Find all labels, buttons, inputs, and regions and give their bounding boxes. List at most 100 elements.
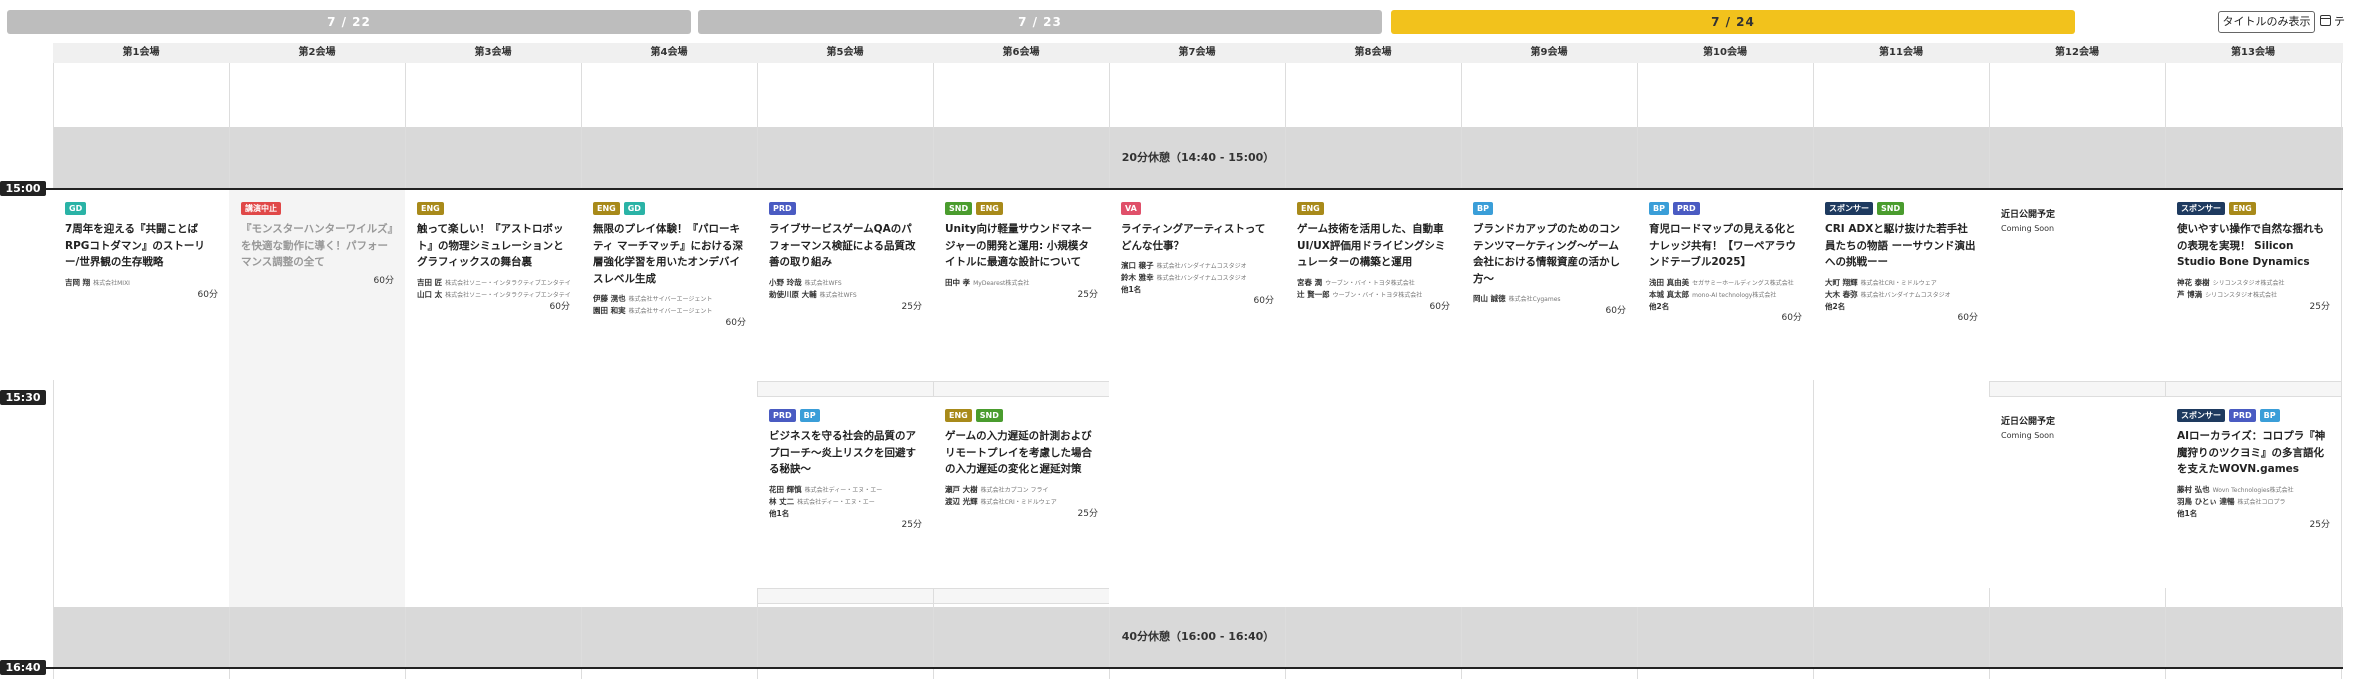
date-tab-0724[interactable]: 7 / 24 [1391, 10, 2075, 34]
session-duration: 60分 [725, 318, 746, 328]
session-title[interactable]: AIローカライズ：コロプラ『神魔狩りのツクヨミ』の多言語化を支えたWOVN.ga… [2177, 428, 2330, 478]
session-title[interactable]: 『モンスターハンターワイルズ』を快適な動作に導く！パフォーマンス調整の全て [241, 221, 394, 271]
speaker-org: シリコンスタジオ株式会社 [2212, 279, 2285, 287]
coming-soon-en: Coming Soon [2001, 431, 2055, 440]
speaker-org: 株式会社バンダイナムコスタジオ [1860, 291, 1951, 299]
speaker-org: 株式会社WFS [804, 279, 842, 287]
session-title[interactable]: Unity向け軽量サウンドマネージャーの開発と運用: 小規模タイトルに最適な設計… [945, 221, 1098, 271]
grid-line [2341, 63, 2342, 679]
speaker: 伊藤 滉也 株式会社サイバーエージェント [593, 293, 746, 305]
speaker: 花田 輝慎 株式会社ディー・エヌ・エー [769, 484, 922, 496]
tag-badge: ENG [976, 202, 1003, 215]
session-title[interactable]: ビジネスを守る社会的品質のアプローチ〜炎上リスクを回避する秘訣〜 [769, 428, 922, 478]
session-title[interactable]: CRI ADXと駆け抜けた若手社員たちの物語 ーーサウンド演出への挑戦ーー [1825, 221, 1978, 271]
tag-badge: BP [1473, 202, 1493, 215]
session-card[interactable]: GD 7周年を迎える『共闘ことばRPGコトダマン』のストーリー/世界観の生存戦略吉… [53, 190, 229, 380]
session-title[interactable]: 触って楽しい！『アストロボット』の物理シミュレーションとグラフィックスの舞台裏 [417, 221, 570, 271]
tag-badge: PRD [2229, 409, 2256, 422]
session-card[interactable]: 講演中止『モンスターハンターワイルズ』を快適な動作に導く！パフォーマンス調整の全… [229, 190, 405, 607]
speaker-name: 宮春 潤 [1297, 277, 1323, 287]
time-label: 15:30 [0, 390, 46, 405]
title-only-toggle-button[interactable]: タイトルのみ表示 [2218, 11, 2315, 33]
session-title[interactable]: ライティングアーティストってどんな仕事？ [1121, 221, 1274, 254]
session-title[interactable]: ブランドカアップのためのコンテンツマーケティング〜ゲーム会社における情報資産の活… [1473, 221, 1626, 287]
session-card[interactable]: VA ライティングアーティストってどんな仕事？ 濱口 穣子 株式会社バンダイナムコスタ… [1109, 190, 1285, 607]
speaker-list: 藤村 弘也 Wovn Technologies株式会社 羽鳥 ひとぃ 達暢 株式会社コ… [2177, 484, 2330, 519]
speaker-list: 田中 孝 MyDearest株式会社 [945, 277, 1098, 289]
session-card[interactable]: ENG GD 無限のプレイ体験！『パローキティ マーチマッチ』における深層強化学習を… [581, 190, 757, 607]
speaker-list: 伊藤 滉也 株式会社サイバーエージェント 園田 和実 株式会社サイバーエージェント [593, 293, 746, 317]
speaker-name: 瀬戸 大樹 [945, 484, 978, 494]
session-title[interactable]: ライブサービスゲームQAのパフォーマンス検証による品質改善の取り組み [769, 221, 922, 271]
speaker-name: 芦 博満 [2177, 289, 2203, 299]
speaker-name: 大町 翔輝 [1825, 277, 1858, 287]
speaker-org: 株式会社ソニー・インタラクティブエンタテインメント [445, 279, 570, 287]
speaker: 濱口 穣子 株式会社バンダイナムコスタジオ [1121, 260, 1274, 272]
session-title[interactable]: ゲームの入力遅延の計測およびリモートプレイを考慮した場合の入力遅延の変化と遅延対… [945, 428, 1098, 478]
speaker: 浅田 真由美 セガサミーホールディングス株式会社 [1649, 277, 1802, 289]
session-duration: 60分 [549, 301, 570, 312]
speaker: 山口 太株式会社ソニー・インタラクティブエンタテインメント [417, 289, 570, 301]
speaker: 勅使川原 大輔 株式会社WFS [769, 289, 922, 301]
tag-badge: ENG [2229, 202, 2256, 215]
session-card[interactable]: スポンサー SND CRI ADXと駆け抜けた若手社員たちの物語 ーーサウンド演出へ… [1813, 190, 1989, 380]
speaker: 園田 和実 株式会社サイバーエージェント [593, 305, 746, 317]
hall-header: 第12会場 [2055, 47, 2099, 58]
session-title[interactable]: 育児ロードマップの見える化とナレッジ共有！【ワーペアラウンドテーブル2025】 [1649, 221, 1802, 271]
tag-badge: SND [975, 409, 1003, 422]
tag-badge: GD [65, 202, 87, 215]
speaker: 岡山 誠徳 株式会社Cygames [1473, 293, 1626, 305]
tag-badge: スポンサー [2177, 409, 2225, 422]
speaker-name: 伊藤 滉也 [593, 294, 626, 303]
speaker: 宮春 潤ウーブン・バイ・トヨタ株式会社 [1297, 277, 1450, 289]
session-duration: 25分 [901, 301, 922, 312]
session-title[interactable]: 無限のプレイ体験！『パローキティ マーチマッチ』における深層強化学習を用いたオン… [593, 221, 746, 287]
session-card[interactable]: BP ブランドカアップのためのコンテンツマーケティング〜ゲーム会社における情報資産… [1461, 190, 1637, 607]
session-card[interactable]: ENG SND ゲームの入力遅延の計測およびリモートプレイを考慮した場合の入力遅延の… [933, 397, 1109, 588]
break-row: 40分休憩（16:00 - 16:40） [53, 607, 2343, 667]
speaker-org: シリコンスタジオ株式会社 [2205, 291, 2278, 299]
speaker-name: 本城 真太郎 [1649, 289, 1690, 299]
session-title[interactable]: 使いやすい操作で自然な揺れもの表現を実現！ Silicon Studio Bon… [2177, 221, 2330, 271]
tag-list: ENG [1297, 202, 1450, 215]
session-card[interactable]: 近日公開予定 Coming Soon [1989, 190, 2165, 381]
speaker: 小野 玲哉 株式会社WFS [769, 277, 922, 289]
session-duration: 60分 [1957, 312, 1978, 323]
more-speakers: 他1名 [1121, 285, 1142, 294]
session-title[interactable]: ゲーム技術を活用した、自動車UI/UX評価用ドライビングシミュレーターの構築と運… [1297, 221, 1450, 271]
tag-list: BP PRD [1649, 202, 1802, 215]
session-card[interactable]: スポンサー PRD BP AIローカライズ：コロプラ『神魔狩りのツクヨミ』の多言語化を… [2165, 397, 2341, 588]
hall-header: 第13会場 [2231, 47, 2275, 58]
session-card[interactable]: PRD ライブサービスゲームQAのパフォーマンス検証による品質改善の取り組み 小野 … [757, 190, 933, 381]
speaker-list: 小野 玲哉 株式会社WFS 勅使川原 大輔 株式会社WFS [769, 277, 922, 301]
time-label: 16:40 [0, 660, 46, 675]
tag-list: GD [65, 202, 218, 215]
speaker-list: 花田 輝慎 株式会社ディー・エヌ・エー林 丈二 株式会社ディー・エヌ・エー 他1名 [769, 484, 922, 519]
session-card[interactable]: SND ENG Unity向け軽量サウンドマネージャーの開発と運用: 小規模タイトル… [933, 190, 1109, 381]
tag-badge: 講演中止 [241, 202, 281, 215]
session-card[interactable]: ENG ゲーム技術を活用した、自動車UI/UX評価用ドライビングシミュレーターの構… [1285, 190, 1461, 607]
hall-header: 第1会場 [122, 47, 160, 58]
speaker: 大町 翔輝 株式会社CRI・ミドルウェア [1825, 277, 1978, 289]
session-duration: 60分 [1781, 312, 1802, 323]
speaker-name: 吉田 匠 [417, 277, 443, 287]
speaker-org: 株式会社CRI・ミドルウェア [980, 498, 1057, 506]
speaker-name: 藤村 弘也 [2177, 484, 2210, 494]
session-card[interactable]: BP PRD 育児ロードマップの見える化とナレッジ共有！【ワーペアラウンドテーブル2… [1637, 190, 1813, 607]
date-tab-0723[interactable]: 7 / 23 [698, 10, 1382, 34]
session-card[interactable]: ENG 触って楽しい！『アストロボット』の物理シミュレーションとグラフィックスの舞… [405, 190, 581, 607]
session-card[interactable]: PRD BP ビジネスを守る社会的品質のアプローチ〜炎上リスクを回避する秘訣〜 花田 … [757, 397, 933, 588]
session-title[interactable]: 7周年を迎える『共闘ことばRPGコトダマン』のストーリー/世界観の生存戦略 [65, 221, 218, 271]
tag-badge: PRD [769, 409, 796, 422]
hall-header: 第8会場 [1354, 47, 1392, 58]
hall-header: 第5会場 [826, 47, 864, 58]
calendar-button[interactable]: テ [2320, 11, 2353, 33]
session-card[interactable]: スポンサー ENG 使いやすい操作で自然な揺れもの表現を実現！ Silicon St… [2165, 190, 2341, 381]
date-tab-0722[interactable]: 7 / 22 [7, 10, 691, 34]
more-speakers: 他1名 [769, 508, 790, 518]
tag-badge: ENG [945, 409, 972, 422]
speaker-org: 株式会社バンダイナムコスタジオ [1156, 275, 1247, 282]
session-duration: 60分 [1253, 296, 1274, 306]
speaker-org: ウーブン・バイ・トヨタ株式会社 [1325, 279, 1415, 287]
session-card[interactable]: 近日公開予定 Coming Soon [1989, 397, 2165, 588]
